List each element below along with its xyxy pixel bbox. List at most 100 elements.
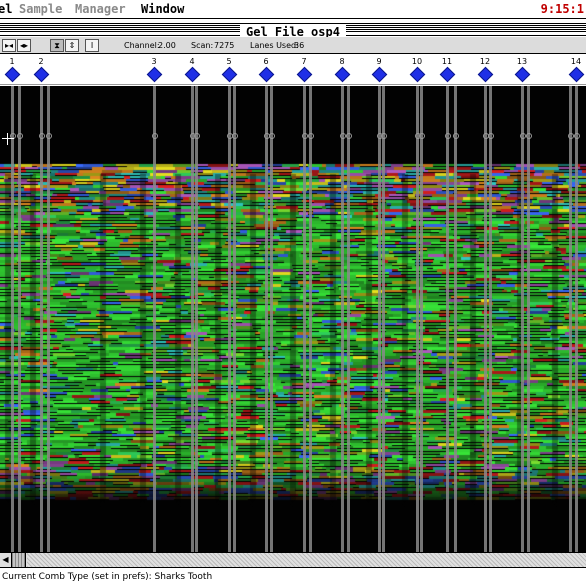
lane-number: 8 <box>339 57 345 66</box>
lane-marker-icon[interactable] <box>477 66 493 83</box>
lane-node-handle[interactable] <box>268 133 275 139</box>
lane-tracking-line[interactable] <box>228 86 231 552</box>
lane-tracking-line[interactable] <box>303 86 306 552</box>
scale-button[interactable]: ⇕ <box>65 39 79 52</box>
lane-number: 5 <box>226 57 232 66</box>
menu-gel[interactable]: el <box>0 2 12 16</box>
lane-number: 13 <box>516 57 528 66</box>
status-bar: Current Comb Type (set in prefs): Sharks… <box>0 569 586 586</box>
lane-number: 4 <box>189 57 195 66</box>
lane-node-handle[interactable] <box>444 133 451 139</box>
gel-toolbar: ▸◂ ◂▸ ⧗ ⇕ I Channel: 2.00 Scan: 7275 Lan… <box>0 37 586 54</box>
window-title-bar[interactable]: Gel File osp4 <box>0 20 586 39</box>
lane-tracking-line[interactable] <box>18 86 21 552</box>
lane-node-handle[interactable] <box>452 133 459 139</box>
lane-marker-icon[interactable] <box>33 66 49 83</box>
lane-tracking-line[interactable] <box>270 86 273 552</box>
lane-marker-icon[interactable] <box>371 66 387 83</box>
gel-image[interactable] <box>0 86 586 552</box>
lane-node-handle[interactable] <box>38 133 45 139</box>
lane-tracking-line[interactable] <box>521 86 524 552</box>
lane-node-handle[interactable] <box>567 133 574 139</box>
lane-node-handle[interactable] <box>16 133 23 139</box>
lane-node-handle[interactable] <box>380 133 387 139</box>
lane-tracking-line[interactable] <box>195 86 198 552</box>
scroll-left-arrow-icon[interactable]: ◀ <box>0 553 12 567</box>
lane-tracking-line[interactable] <box>47 86 50 552</box>
lane-tracking-line[interactable] <box>527 86 530 552</box>
lane-tracking-line[interactable] <box>420 86 423 552</box>
crosshair-cursor <box>2 133 14 145</box>
gel-bands <box>0 86 586 552</box>
lane-tracking-line[interactable] <box>575 86 578 552</box>
lane-node-handle[interactable] <box>487 133 494 139</box>
lane-number: 6 <box>263 57 269 66</box>
lane-number: 7 <box>301 57 307 66</box>
lane-number: 1 <box>9 57 15 66</box>
lane-node-handle[interactable] <box>339 133 346 139</box>
lane-node-handle[interactable] <box>418 133 425 139</box>
lane-tracking-line[interactable] <box>347 86 350 552</box>
lane-tracking-line[interactable] <box>309 86 312 552</box>
lane-node-handle[interactable] <box>307 133 314 139</box>
lane-tracking-line[interactable] <box>378 86 381 552</box>
lane-nav-button[interactable]: ▸◂ <box>2 39 16 52</box>
lane-node-handle[interactable] <box>519 133 526 139</box>
lanes-used-value: 36 <box>294 41 305 50</box>
lane-marker-icon[interactable] <box>296 66 312 83</box>
menu-sample[interactable]: Sample <box>19 2 62 16</box>
lane-tracking-line[interactable] <box>153 86 156 552</box>
lane-tracking-line[interactable] <box>484 86 487 552</box>
lane-marker-icon[interactable] <box>409 66 425 83</box>
lane-marker-icon[interactable] <box>258 66 274 83</box>
lane-tracking-line[interactable] <box>569 86 572 552</box>
lanes-used-label: Lanes Used: <box>250 41 299 50</box>
lane-tracking-line[interactable] <box>40 86 43 552</box>
lane-node-handle[interactable] <box>345 133 352 139</box>
lane-tracking-line[interactable] <box>416 86 419 552</box>
scroll-thumb[interactable] <box>12 553 26 567</box>
lane-tracking-line[interactable] <box>265 86 268 552</box>
lane-node-handle[interactable] <box>151 133 158 139</box>
scroll-track[interactable] <box>27 553 586 567</box>
lane-node-handle[interactable] <box>231 133 238 139</box>
horizontal-scrollbar[interactable]: ◀ <box>0 552 586 568</box>
lane-number: 9 <box>376 57 382 66</box>
lane-node-handle[interactable] <box>301 133 308 139</box>
lane-marker-icon[interactable] <box>221 66 237 83</box>
lane-node-handle[interactable] <box>45 133 52 139</box>
lane-marker-icon[interactable] <box>4 66 20 83</box>
cursor-tool-button[interactable]: I <box>85 39 99 52</box>
lane-number: 12 <box>479 57 491 66</box>
lane-marker-icon[interactable] <box>439 66 455 83</box>
lane-node-handle[interactable] <box>193 133 200 139</box>
lane-tracking-line[interactable] <box>233 86 236 552</box>
lane-node-handle[interactable] <box>573 133 580 139</box>
lane-marker-icon[interactable] <box>146 66 162 83</box>
lane-tracking-line[interactable] <box>382 86 385 552</box>
lane-number: 3 <box>151 57 157 66</box>
lane-marker-icon[interactable] <box>184 66 200 83</box>
lane-adjust-button[interactable]: ◂▸ <box>17 39 31 52</box>
menu-manager[interactable]: Manager <box>75 2 126 16</box>
lane-number: 10 <box>411 57 423 66</box>
lane-header: 1 2 3 4 5 6 7 8 9 10 11 12 13 14 <box>0 55 586 85</box>
lane-number: 14 <box>570 57 582 66</box>
lane-number: 11 <box>441 57 453 66</box>
lane-marker-icon[interactable] <box>334 66 350 83</box>
channel-value: 2.00 <box>158 41 176 50</box>
lane-tracking-line[interactable] <box>446 86 449 552</box>
lane-marker-icon[interactable] <box>514 66 530 83</box>
lane-tracking-line[interactable] <box>191 86 194 552</box>
lane-tracking-line[interactable] <box>454 86 457 552</box>
scan-value: 7275 <box>214 41 235 50</box>
lane-number: 2 <box>38 57 44 66</box>
zoom-vertical-button[interactable]: ⧗ <box>50 39 64 52</box>
lane-marker-icon[interactable] <box>568 66 584 83</box>
lane-tracking-line[interactable] <box>341 86 344 552</box>
scan-label: Scan: <box>191 41 214 50</box>
lane-tracking-line[interactable] <box>11 86 14 552</box>
lane-tracking-line[interactable] <box>489 86 492 552</box>
lane-node-handle[interactable] <box>525 133 532 139</box>
menu-window[interactable]: Window <box>141 2 184 16</box>
